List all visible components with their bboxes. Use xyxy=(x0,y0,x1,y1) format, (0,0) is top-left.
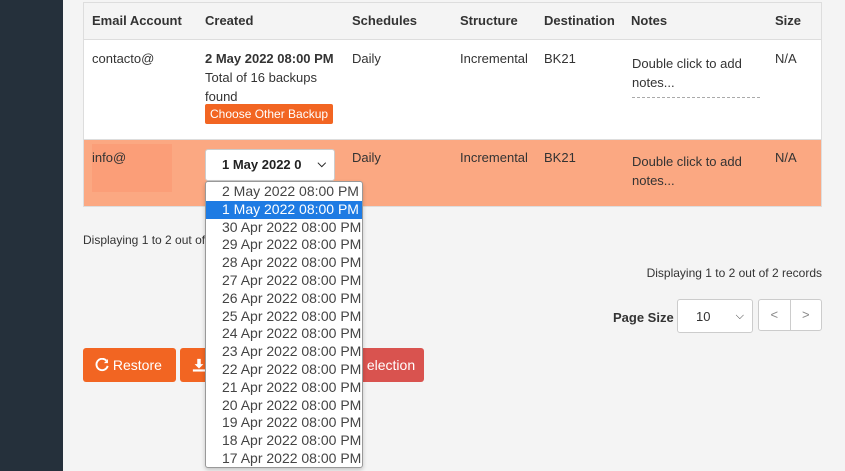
dropdown-option[interactable]: 20 Apr 2022 08:00 PM xyxy=(206,397,362,415)
dropdown-option[interactable]: 21 Apr 2022 08:00 PM xyxy=(206,379,362,397)
refresh-icon xyxy=(95,357,109,372)
email-account: contacto@ xyxy=(92,51,155,66)
download-icon xyxy=(192,358,206,372)
destination: BK21 xyxy=(544,51,576,66)
dropdown-option[interactable]: 28 Apr 2022 08:00 PM xyxy=(206,254,362,272)
dropdown-option[interactable]: 2 May 2022 08:00 PM xyxy=(206,183,362,201)
header-destination[interactable]: Destination xyxy=(544,13,615,28)
pagination: < > xyxy=(758,299,822,331)
notes-line: Double click to add xyxy=(632,56,742,71)
table-row[interactable]: contacto@ 2 May 2022 08:00 PM Total of 1… xyxy=(84,40,821,140)
dropdown-option[interactable]: 26 Apr 2022 08:00 PM xyxy=(206,290,362,308)
backups-count: Total of 16 backups xyxy=(205,70,318,85)
next-page-button[interactable]: > xyxy=(791,300,822,330)
notes-line: Double click to add xyxy=(632,154,742,169)
delete-selection-button[interactable]: election xyxy=(358,348,424,382)
backup-date-select[interactable]: 1 May 2022 0 ⌵ xyxy=(205,149,335,181)
dropdown-option[interactable]: 22 Apr 2022 08:00 PM xyxy=(206,361,362,379)
prev-page-button[interactable]: < xyxy=(759,300,791,330)
notes-editable[interactable]: Double click to add notes... xyxy=(632,152,760,190)
dropdown-option[interactable]: 30 Apr 2022 08:00 PM xyxy=(206,219,362,237)
choose-other-backup-button[interactable]: Choose Other Backup xyxy=(205,104,334,124)
dropdown-option[interactable]: 18 Apr 2022 08:00 PM xyxy=(206,432,362,450)
page-size-value: 10 xyxy=(696,309,711,324)
dropdown-option[interactable]: 27 Apr 2022 08:00 PM xyxy=(206,272,362,290)
dropdown-option[interactable]: 24 Apr 2022 08:00 PM xyxy=(206,325,362,343)
records-summary-left: Displaying 1 to 2 out of 2 records xyxy=(83,233,205,247)
notes-editable[interactable]: Double click to add notes... xyxy=(632,54,760,98)
records-summary-right: Displaying 1 to 2 out of 2 records xyxy=(646,266,822,280)
dropdown-option[interactable]: 25 Apr 2022 08:00 PM xyxy=(206,308,362,326)
header-notes[interactable]: Notes xyxy=(631,13,667,28)
notes-line: notes... xyxy=(632,173,675,188)
dropdown-option[interactable]: 29 Apr 2022 08:00 PM xyxy=(206,236,362,254)
table-row-highlighted[interactable]: info@ 1 May 2022 0 ⌵ Daily Incremental B… xyxy=(84,140,821,206)
size: N/A xyxy=(775,150,797,165)
header-size[interactable]: Size xyxy=(775,13,801,28)
size: N/A xyxy=(775,51,797,66)
created-date: 2 May 2022 08:00 PM xyxy=(205,51,334,66)
page-size-label: Page Size xyxy=(613,310,674,325)
selected-backup-value: 1 May 2022 0 xyxy=(222,157,302,172)
restore-label: Restore xyxy=(112,357,162,373)
chevron-down-icon: ⌵ xyxy=(735,310,744,322)
header-structure[interactable]: Structure xyxy=(460,13,518,28)
destination: BK21 xyxy=(544,150,576,165)
dropdown-option-selected[interactable]: 1 May 2022 08:00 PM xyxy=(206,200,362,219)
dropdown-option[interactable]: 23 Apr 2022 08:00 PM xyxy=(206,343,362,361)
schedule: Daily xyxy=(352,51,381,66)
selection-label: election xyxy=(366,357,416,373)
restore-button[interactable]: Restore xyxy=(83,348,176,382)
dropdown-option[interactable]: 19 Apr 2022 08:00 PM xyxy=(206,414,362,432)
chevron-down-icon: ⌵ xyxy=(317,158,326,170)
backups-table: Email Account Created Schedules Structur… xyxy=(83,2,822,207)
structure: Incremental xyxy=(460,51,528,66)
main-content: Email Account Created Schedules Structur… xyxy=(63,0,845,471)
notes-line: notes... xyxy=(632,75,675,90)
dropdown-option[interactable]: 17 Apr 2022 08:00 PM xyxy=(206,450,362,467)
email-account: info@ xyxy=(92,150,127,165)
header-created[interactable]: Created xyxy=(205,13,253,28)
backup-date-dropdown-list[interactable]: 2 May 2022 08:00 PM 1 May 2022 08:00 PM 30… xyxy=(205,181,363,468)
table-header: Email Account Created Schedules Structur… xyxy=(84,3,821,40)
left-sidebar xyxy=(0,0,63,471)
schedule: Daily xyxy=(352,150,381,165)
structure: Incremental xyxy=(460,150,528,165)
header-email-account[interactable]: Email Account xyxy=(92,13,182,28)
page-size-select[interactable]: 10 ⌵ xyxy=(677,299,753,333)
header-schedules[interactable]: Schedules xyxy=(352,13,417,28)
